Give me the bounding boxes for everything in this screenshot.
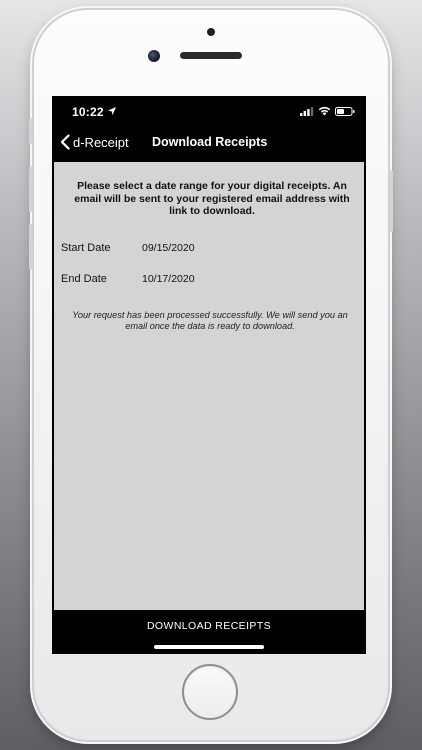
phone-frame: 10:22 d-Receipt Download Receipts Please… xyxy=(29,10,393,740)
volume-down-button xyxy=(29,224,32,270)
power-button xyxy=(390,170,393,232)
success-message: Your request has been processed successf… xyxy=(72,310,348,331)
status-bar: 10:22 xyxy=(52,96,366,126)
page-title: Download Receipts xyxy=(152,135,268,149)
cellular-signal-icon xyxy=(300,107,314,116)
download-receipts-button[interactable]: DOWNLOAD RECEIPTS xyxy=(52,610,366,642)
proximity-sensor xyxy=(207,28,215,36)
end-date-field[interactable]: 10/17/2020 xyxy=(142,273,195,285)
instructions-text: Please select a date range for your digi… xyxy=(74,180,350,217)
front-camera xyxy=(148,50,160,62)
end-date-label: End Date xyxy=(61,273,107,285)
chevron-left-icon xyxy=(60,134,70,150)
mute-switch xyxy=(29,118,32,144)
screen: 10:22 d-Receipt Download Receipts Please… xyxy=(52,96,366,654)
content-area: Please select a date range for your digi… xyxy=(54,162,364,610)
volume-up-button xyxy=(29,166,32,212)
location-arrow-icon xyxy=(108,107,116,115)
start-date-label: Start Date xyxy=(61,242,111,254)
back-button[interactable]: d-Receipt xyxy=(60,131,129,153)
battery-icon xyxy=(335,107,355,116)
status-time: 10:22 xyxy=(72,105,104,119)
home-button[interactable] xyxy=(182,664,238,720)
start-date-field[interactable]: 09/15/2020 xyxy=(142,242,195,254)
navigation-bar: d-Receipt Download Receipts xyxy=(52,126,366,162)
earpiece-speaker xyxy=(180,52,242,59)
home-indicator xyxy=(154,645,264,649)
back-button-label: d-Receipt xyxy=(73,134,129,150)
wifi-icon xyxy=(318,106,331,116)
